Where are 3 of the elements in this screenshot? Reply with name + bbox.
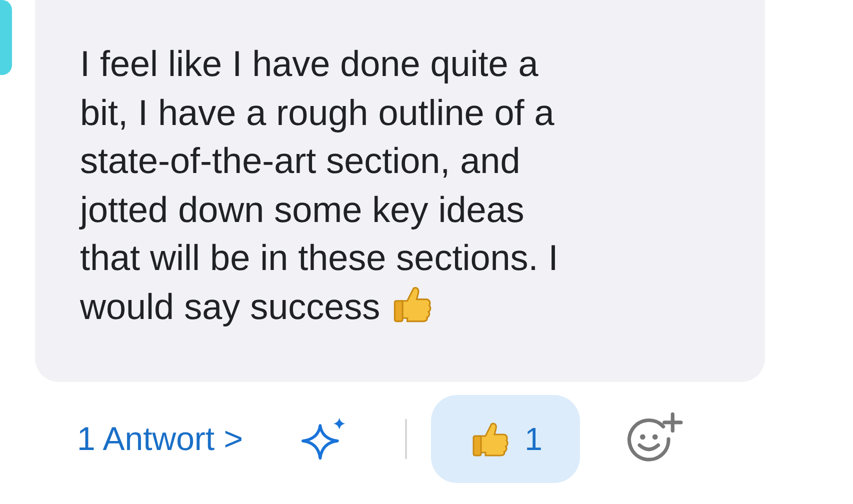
- reaction-button[interactable]: 1: [431, 395, 580, 483]
- replies-link[interactable]: 1 Antwort >: [77, 420, 244, 458]
- message-text: I feel like I have done quite a bit, I have a rough outline of a state-of-the-art section, and jotted down some key ideas that will be in these sections. I would say success: [80, 42, 560, 329]
